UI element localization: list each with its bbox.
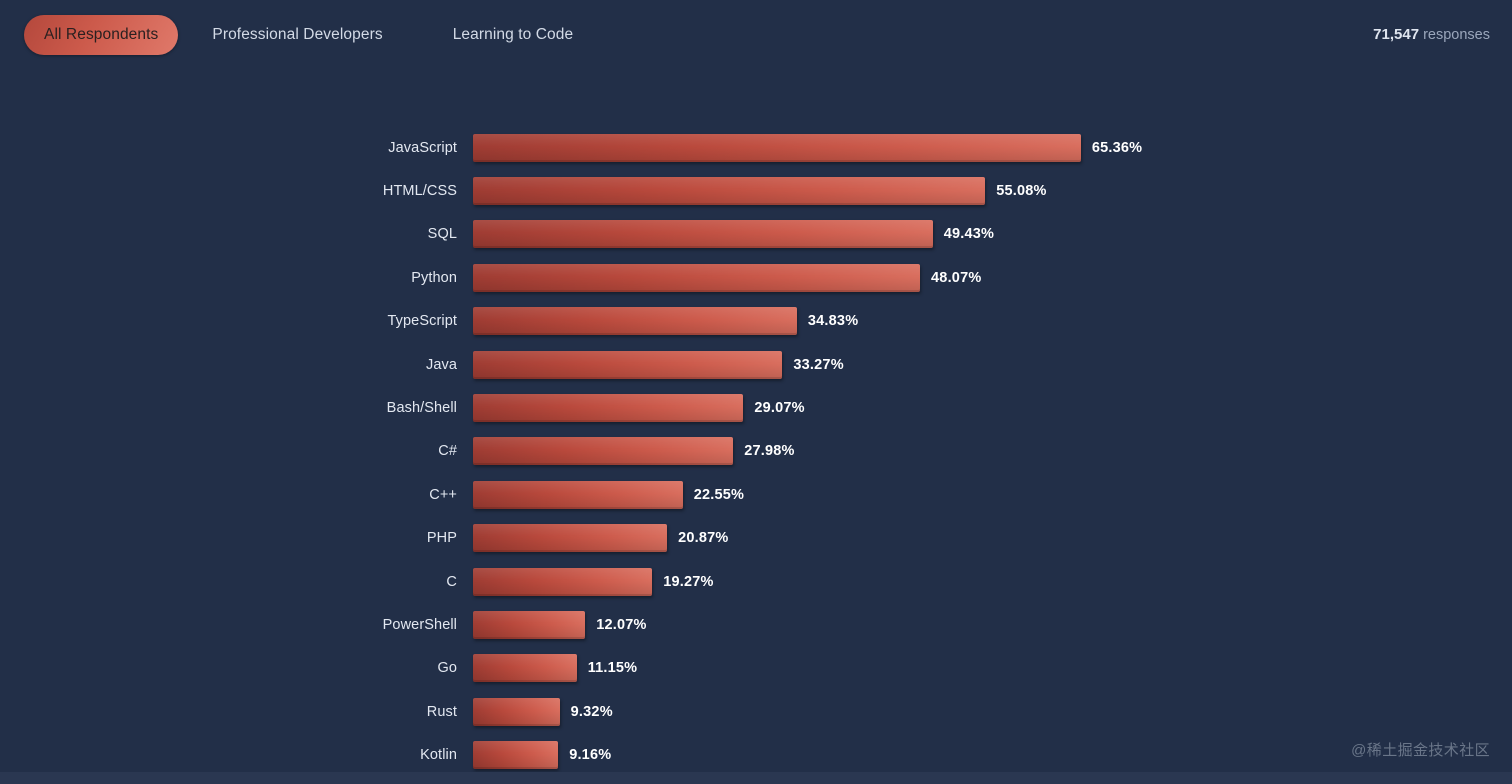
bar[interactable] xyxy=(473,524,668,553)
bar[interactable] xyxy=(473,567,653,596)
bar-value-label: 49.43% xyxy=(943,226,995,243)
bar-wrapper: 55.08% xyxy=(473,177,1512,206)
bar[interactable] xyxy=(473,220,933,249)
bar-value-label: 9.16% xyxy=(569,747,612,764)
bar-wrapper: 49.43% xyxy=(473,220,1512,249)
bar-value-label: 29.07% xyxy=(754,400,805,417)
bar-wrapper: 9.32% xyxy=(473,697,1512,726)
bar-wrapper: 22.55% xyxy=(473,480,1512,509)
tab-learning-to-code[interactable]: Learning to Code xyxy=(433,15,594,55)
bar[interactable] xyxy=(473,307,797,336)
category-label: Bash/Shell xyxy=(386,400,457,417)
chart-row: Java 33.27% xyxy=(0,343,1512,386)
bar-value-label: 11.15% xyxy=(587,660,638,677)
category-label: C++ xyxy=(429,486,457,503)
bar-chart: JavaScript 65.36% HTML/CSS 55.08% SQL 49.43% P… xyxy=(0,126,1512,777)
bar-value-label: 55.08% xyxy=(996,183,1047,200)
category-label: TypeScript xyxy=(387,313,457,330)
bar-value-label: 65.36% xyxy=(1091,139,1143,156)
chart-row: Python 48.07% xyxy=(0,256,1512,299)
chart-row: PHP 20.87% xyxy=(0,517,1512,560)
category-label: SQL xyxy=(427,226,457,243)
bottom-band xyxy=(0,772,1512,784)
bar-wrapper: 19.27% xyxy=(473,567,1512,596)
bar[interactable] xyxy=(473,177,986,206)
chart-row: Go 11.15% xyxy=(0,647,1512,690)
bar-value-label: 19.27% xyxy=(663,573,714,590)
chart-row: TypeScript 34.83% xyxy=(0,300,1512,343)
bar-wrapper: 33.27% xyxy=(473,350,1512,379)
bar-wrapper: 29.07% xyxy=(473,394,1512,423)
bar-value-label: 20.87% xyxy=(678,530,729,547)
chart-row: HTML/CSS 55.08% xyxy=(0,169,1512,212)
tab-professional-developers[interactable]: Professional Developers xyxy=(192,15,402,55)
bar[interactable] xyxy=(473,697,560,726)
chart-row: Kotlin 9.16% xyxy=(0,733,1512,776)
bar-value-label: 34.83% xyxy=(807,313,859,330)
bar-wrapper: 11.15% xyxy=(473,654,1512,683)
bar[interactable] xyxy=(473,437,734,466)
bar-wrapper: 65.36% xyxy=(473,133,1512,162)
chart-row: SQL 49.43% xyxy=(0,213,1512,256)
bar[interactable] xyxy=(473,133,1081,162)
bar-wrapper: 34.83% xyxy=(473,307,1512,336)
category-label: Go xyxy=(437,660,457,677)
bar[interactable] xyxy=(473,610,586,639)
bar-wrapper: 12.07% xyxy=(473,610,1512,639)
category-label: JavaScript xyxy=(388,139,457,156)
chart-row: PowerShell 12.07% xyxy=(0,603,1512,646)
bar[interactable] xyxy=(473,741,559,770)
response-count-label: responses xyxy=(1423,27,1490,43)
chart-row: Bash/Shell 29.07% xyxy=(0,386,1512,429)
category-label: C# xyxy=(438,443,457,460)
chart-row: C++ 22.55% xyxy=(0,473,1512,516)
category-label: PowerShell xyxy=(382,616,457,633)
category-label: PHP xyxy=(426,530,457,547)
bar[interactable] xyxy=(473,263,921,292)
category-label: Rust xyxy=(426,703,457,720)
watermark: @稀土掘金技术社区 xyxy=(1351,742,1490,759)
tab-all-respondents[interactable]: All Respondents xyxy=(24,15,179,55)
tab-bar: All Respondents Professional Developers … xyxy=(0,0,1512,70)
bar[interactable] xyxy=(473,654,577,683)
chart-row: JavaScript 65.36% xyxy=(0,126,1512,169)
category-label: Python xyxy=(411,269,457,286)
category-label: Java xyxy=(425,356,457,373)
bar-value-label: 27.98% xyxy=(744,443,795,460)
chart-row: Rust 9.32% xyxy=(0,690,1512,733)
response-count-number: 71,547 xyxy=(1373,26,1420,43)
category-label: Kotlin xyxy=(420,747,457,764)
chart-row: C 19.27% xyxy=(0,560,1512,603)
bar-wrapper: 20.87% xyxy=(473,524,1512,553)
bar[interactable] xyxy=(473,480,683,509)
bar-value-label: 12.07% xyxy=(596,616,647,633)
chart-row: C# 27.98% xyxy=(0,430,1512,473)
bar[interactable] xyxy=(473,350,783,379)
bar-wrapper: 27.98% xyxy=(473,437,1512,466)
bar[interactable] xyxy=(473,394,744,423)
bar-wrapper: 48.07% xyxy=(473,263,1512,292)
bar-value-label: 9.32% xyxy=(570,703,613,720)
bar-value-label: 22.55% xyxy=(693,486,745,503)
bar-value-label: 48.07% xyxy=(931,269,982,286)
response-count: 71,547 responses xyxy=(1373,26,1490,43)
category-label: C xyxy=(446,573,457,590)
bar-value-label: 33.27% xyxy=(793,356,844,373)
category-label: HTML/CSS xyxy=(382,183,457,200)
